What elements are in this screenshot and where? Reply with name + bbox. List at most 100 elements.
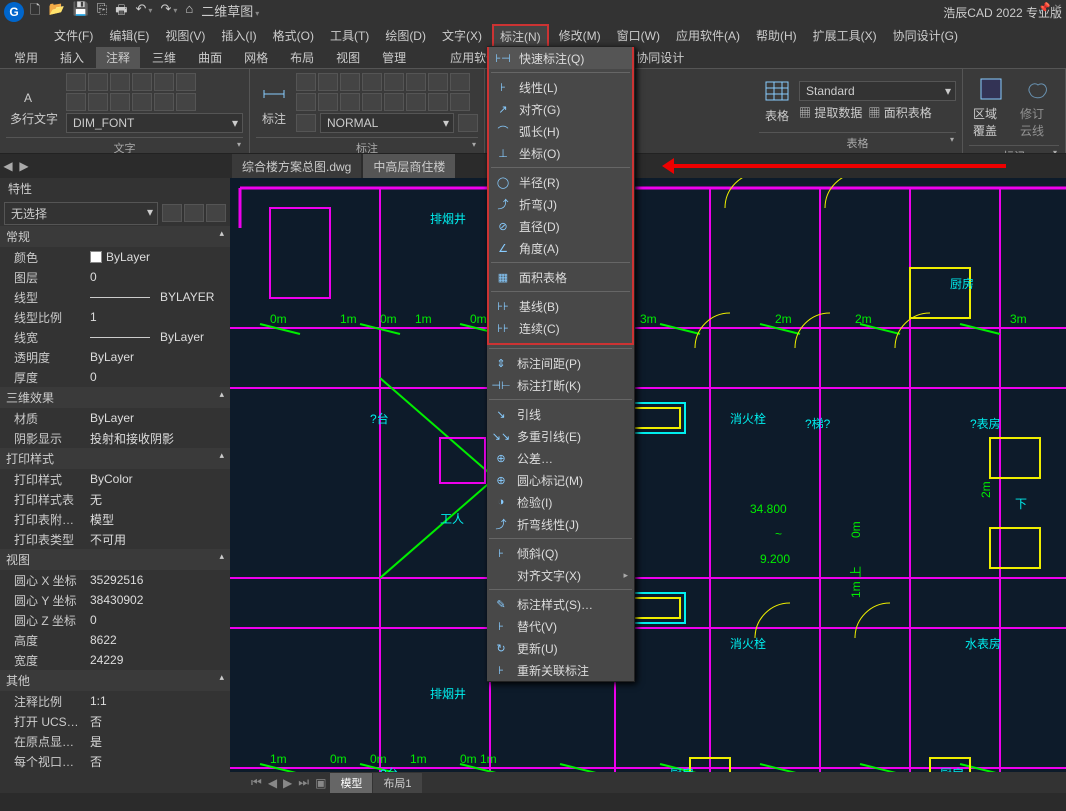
area-table-button[interactable]: ▦ 面积表格 xyxy=(868,104,931,121)
menu-item[interactable]: 文件(F) xyxy=(48,25,99,46)
qat-home-icon[interactable]: ⌂ xyxy=(185,1,193,23)
qat-save-icon[interactable]: 💾 xyxy=(73,1,89,23)
ribbon-tab[interactable]: 布局 xyxy=(280,47,324,68)
menu-item[interactable]: 标注(N) xyxy=(492,24,549,47)
menu-item[interactable]: ◑检验(I) xyxy=(487,491,634,513)
property-row[interactable]: 阴影显示投射和接收阴影 xyxy=(0,428,230,448)
menu-item[interactable]: ∠角度(A) xyxy=(489,237,632,259)
wipeout-button[interactable]: 区域覆盖 xyxy=(969,73,1012,141)
layout-nav-last-icon[interactable]: ⏭ xyxy=(295,775,312,790)
menu-item[interactable]: 编辑(E) xyxy=(103,25,155,46)
qat-saveas-icon[interactable]: ⎘ xyxy=(97,1,107,23)
qat-print-icon[interactable]: 🖶 xyxy=(115,1,127,23)
revcloud-button[interactable]: 修订云线 xyxy=(1016,73,1059,141)
ribbon-tab[interactable]: 插入 xyxy=(50,47,94,68)
panel-title-table[interactable]: 表格 xyxy=(759,132,956,153)
menu-item[interactable]: ⊦重新关联标注 xyxy=(487,659,634,681)
dimension-button[interactable]: 标注 xyxy=(256,78,292,129)
select-icon[interactable] xyxy=(206,204,226,222)
doc-tab[interactable]: 中高层商住楼 xyxy=(363,154,455,179)
menu-item[interactable]: ⊦⊣快速标注(Q) xyxy=(489,47,632,69)
text-tools-grid[interactable] xyxy=(66,73,243,111)
menu-item[interactable]: ⊕公差… xyxy=(487,447,634,469)
layout-tab-layout1[interactable]: 布局1 xyxy=(373,773,421,793)
property-row[interactable]: 在原点显…是 xyxy=(0,731,230,751)
menu-item[interactable]: ⊦线性(L) xyxy=(489,76,632,98)
panel-title-mark[interactable]: 标记 xyxy=(969,145,1059,154)
quickselect-icon[interactable] xyxy=(162,204,182,222)
menu-item[interactable]: 文字(X) xyxy=(436,25,488,46)
menu-item[interactable]: ⊦⊦连续(C) xyxy=(489,317,632,339)
menu-item[interactable]: 扩展工具(X) xyxy=(807,25,883,46)
property-row[interactable]: 线型BYLAYER xyxy=(0,287,230,307)
layout-nav-next-icon[interactable]: ▶ xyxy=(280,776,295,790)
property-row[interactable]: 材质ByLayer xyxy=(0,408,230,428)
panel-title-dim[interactable]: 标注 xyxy=(256,137,478,154)
multiline-text-button[interactable]: A 多行文字 xyxy=(6,78,62,129)
menu-item[interactable]: 工具(T) xyxy=(324,25,375,46)
dim-style-combo[interactable]: NORMAL xyxy=(320,113,454,133)
pin-icon[interactable]: 📌 ✕ xyxy=(1038,3,1062,14)
app-logo[interactable]: G xyxy=(4,2,24,22)
menu-item[interactable]: ▦面积表格 xyxy=(489,266,632,288)
property-row[interactable]: 颜色ByLayer xyxy=(0,247,230,267)
extract-data-button[interactable]: ▦ 提取数据 xyxy=(799,104,862,121)
menu-item[interactable]: ⊦⊦基线(B) xyxy=(489,295,632,317)
property-row[interactable]: 打印样式表无 xyxy=(0,489,230,509)
property-row[interactable]: 打印表类型不可用 xyxy=(0,529,230,549)
menu-item[interactable]: ↘↘多重引线(E) xyxy=(487,425,634,447)
qat-workspace-combo[interactable]: 二维草图 xyxy=(201,1,259,23)
menu-item[interactable]: ↻更新(U) xyxy=(487,637,634,659)
qat-redo-icon[interactable]: ↷ xyxy=(160,1,177,23)
menu-item[interactable]: 格式(O) xyxy=(267,25,320,46)
pickadd-icon[interactable] xyxy=(184,204,204,222)
text-style-combo[interactable]: DIM_FONT xyxy=(66,113,243,133)
property-section[interactable]: 视图 xyxy=(0,549,230,570)
panel-title-text[interactable]: 文字 xyxy=(6,137,243,154)
property-row[interactable]: 圆心 Z 坐标0 xyxy=(0,610,230,630)
property-row[interactable]: 打开 UCS…否 xyxy=(0,711,230,731)
layout-nav-first-icon[interactable]: ⏮ xyxy=(248,775,265,790)
ribbon-tab[interactable]: 常用 xyxy=(4,47,48,68)
menu-item[interactable]: ⊘直径(D) xyxy=(489,215,632,237)
qat-new-icon[interactable]: 🗋 xyxy=(30,1,40,23)
menu-item[interactable]: ↘引线 xyxy=(487,403,634,425)
qat-undo-icon[interactable]: ↶ xyxy=(136,1,153,23)
menu-item[interactable]: 对齐文字(X) xyxy=(487,564,634,586)
property-row[interactable]: 透明度ByLayer xyxy=(0,347,230,367)
property-section[interactable]: 常规 xyxy=(0,226,230,247)
ribbon-tab[interactable]: 视图 xyxy=(326,47,370,68)
property-row[interactable]: 打印表附…模型 xyxy=(0,509,230,529)
property-row[interactable]: 圆心 X 坐标35292516 xyxy=(0,570,230,590)
property-row[interactable]: 宽度24229 xyxy=(0,650,230,670)
menu-item[interactable]: 插入(I) xyxy=(215,25,262,46)
table-button[interactable]: 表格 xyxy=(759,75,795,126)
property-row[interactable]: 线型比例1 xyxy=(0,307,230,327)
menu-item[interactable]: 绘图(D) xyxy=(379,25,432,46)
ribbon-tab[interactable]: 网格 xyxy=(234,47,278,68)
layout-add-icon[interactable]: ▣ xyxy=(312,776,329,790)
ribbon-tab[interactable]: 三维 xyxy=(142,47,186,68)
layout-tab-model[interactable]: 模型 xyxy=(330,773,372,793)
menu-item[interactable]: ⤴折弯线性(J) xyxy=(487,513,634,535)
property-row[interactable]: 注释比例1:1 xyxy=(0,691,230,711)
menu-item[interactable]: 窗口(W) xyxy=(611,25,666,46)
ribbon-tab[interactable]: 注释 xyxy=(96,47,140,68)
menu-item[interactable]: ⤴折弯(J) xyxy=(489,193,632,215)
menu-item[interactable]: ⊣⊢标注打断(K) xyxy=(487,374,634,396)
ribbon-tab[interactable] xyxy=(418,55,438,59)
layout-nav-prev-icon[interactable]: ◀ xyxy=(265,776,280,790)
property-row[interactable]: 每个视口…否 xyxy=(0,751,230,771)
property-row[interactable]: 线宽ByLayer xyxy=(0,327,230,347)
menu-item[interactable]: 应用软件(A) xyxy=(670,25,746,46)
property-row[interactable]: 打印样式ByColor xyxy=(0,469,230,489)
menu-item[interactable]: ⌒弧长(H) xyxy=(489,120,632,142)
ribbon-tab[interactable]: 协同设计 xyxy=(626,47,694,68)
table-style-combo[interactable]: Standard xyxy=(799,81,956,101)
menu-item[interactable]: ⊕圆心标记(M) xyxy=(487,469,634,491)
menu-item[interactable]: ⇕标注间距(P) xyxy=(487,352,634,374)
selection-combo[interactable]: 无选择 xyxy=(4,202,158,225)
menu-item[interactable]: ⊦倾斜(Q) xyxy=(487,542,634,564)
drawing-canvas[interactable]: 0m1m0m1m0m3m2m2m3m1m0m0m1m0m1m0m2m1m 上厨房… xyxy=(230,178,1066,793)
menu-item[interactable]: 视图(V) xyxy=(159,25,211,46)
